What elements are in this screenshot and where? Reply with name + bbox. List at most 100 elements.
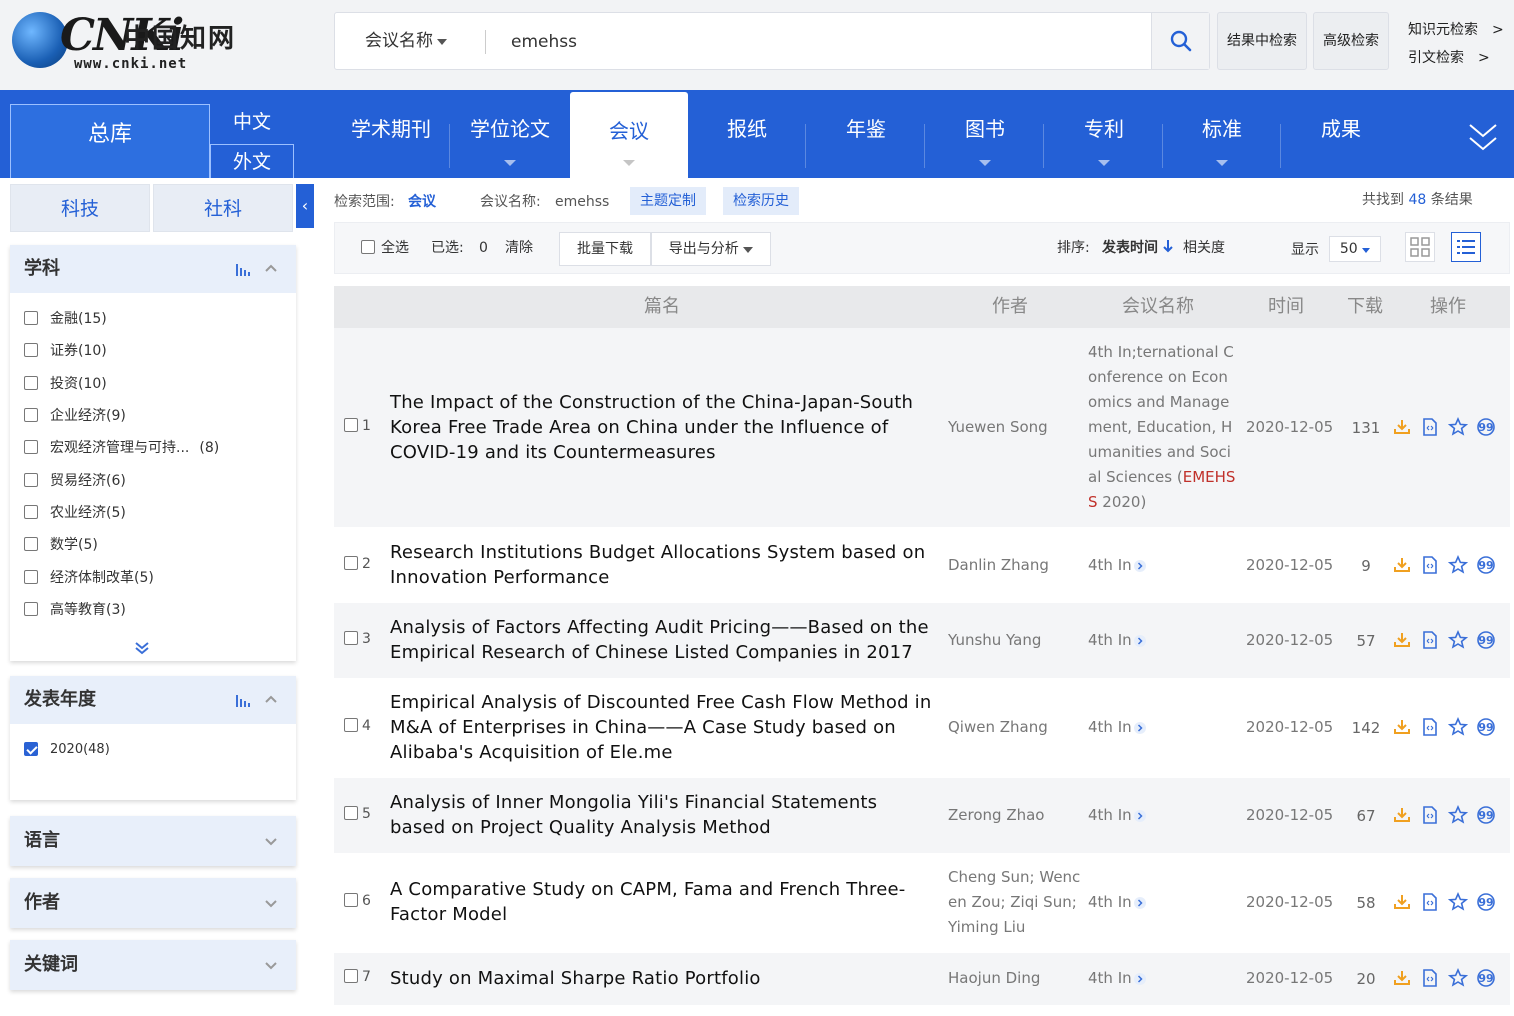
download-icon[interactable] [1392, 805, 1412, 825]
download-icon[interactable] [1392, 630, 1412, 650]
expand-more-icon[interactable] [1468, 122, 1498, 154]
checkbox[interactable] [24, 505, 38, 519]
search-field-select[interactable]: 会议名称 [365, 13, 447, 69]
checkbox[interactable] [24, 311, 38, 325]
html-reader-icon[interactable] [1420, 630, 1440, 650]
checkbox[interactable] [24, 440, 38, 454]
result-title-link[interactable]: Empirical Analysis of Discounted Free Ca… [390, 690, 938, 765]
result-conference[interactable]: 4th In;ternational Conference on Economi… [1088, 340, 1236, 515]
html-reader-icon[interactable] [1420, 555, 1440, 575]
checkbox[interactable] [24, 376, 38, 390]
advanced-search-button[interactable]: 高级检索 [1313, 12, 1389, 70]
result-title-link[interactable]: Research Institutions Budget Allocations… [390, 540, 938, 590]
export-analysis-button[interactable]: 导出与分析 [651, 232, 771, 266]
checkbox-checked[interactable] [24, 741, 38, 756]
tab-books[interactable]: 图书 [926, 90, 1044, 178]
chevron-up-icon[interactable] [264, 692, 278, 706]
tab-standards[interactable]: 标准 [1163, 90, 1281, 178]
checkbox[interactable] [24, 570, 38, 584]
facet-item-economic-reform[interactable]: 经济体制改革(5) [24, 566, 154, 590]
nav-foreign[interactable]: 外文 [210, 144, 294, 178]
tab-achievements[interactable]: 成果 [1282, 90, 1400, 178]
tab-journals[interactable]: 学术期刊 [332, 90, 450, 178]
search-in-results-button[interactable]: 结果中检索 [1217, 12, 1307, 70]
result-conference[interactable]: 4th In [1088, 715, 1236, 740]
bar-chart-icon[interactable] [236, 695, 252, 707]
html-reader-icon[interactable] [1420, 417, 1440, 437]
checkbox[interactable] [344, 893, 358, 907]
tab-science-tech[interactable]: 科技 [10, 184, 150, 232]
facet-item-agricultural-economy[interactable]: 农业经济(5) [24, 501, 126, 525]
citation-search-link[interactable]: 引文检索 > [1408, 44, 1504, 72]
checkbox[interactable] [344, 556, 358, 570]
facet-item-mathematics[interactable]: 数学(5) [24, 533, 98, 557]
result-author[interactable]: Yunshu Yang [948, 628, 1084, 653]
checkbox[interactable] [361, 240, 375, 254]
result-title-link[interactable]: Study on Maximal Sharpe Ratio Portfolio [390, 966, 938, 991]
batch-download-button[interactable]: 批量下载 [559, 232, 651, 266]
page-size-select[interactable]: 50 [1329, 236, 1381, 262]
clear-selection-link[interactable]: 清除 [505, 223, 533, 273]
quote-icon[interactable]: 99 [1476, 968, 1496, 988]
sort-by-relevance-button[interactable]: 相关度 [1183, 223, 1225, 273]
favorite-star-icon[interactable] [1447, 555, 1469, 575]
cnki-logo[interactable]: CNKi 中国知网 www.cnki.net [12, 10, 242, 72]
result-author[interactable]: Yuewen Song [948, 415, 1084, 440]
result-author[interactable]: Danlin Zhang [948, 553, 1084, 578]
nav-chinese[interactable]: 中文 [210, 104, 294, 140]
download-icon[interactable] [1392, 717, 1412, 737]
result-title-link[interactable]: Analysis of Inner Mongolia Yili's Financ… [390, 790, 938, 840]
keyword-facet[interactable]: 关键词 [10, 940, 296, 990]
checkbox[interactable] [24, 343, 38, 357]
favorite-star-icon[interactable] [1447, 892, 1469, 912]
facet-item-2020[interactable]: 2020(48) [24, 738, 110, 762]
row-select[interactable]: 2 [344, 556, 371, 572]
result-title-link[interactable]: Analysis of Factors Affecting Audit Pric… [390, 615, 938, 665]
html-reader-icon[interactable] [1420, 892, 1440, 912]
quote-icon[interactable]: 99 [1476, 630, 1496, 650]
checkbox[interactable] [344, 718, 358, 732]
list-view-button[interactable] [1451, 232, 1481, 262]
html-reader-icon[interactable] [1420, 717, 1440, 737]
tab-newspapers[interactable]: 报纸 [688, 90, 806, 178]
result-title-link[interactable]: A Comparative Study on CAPM, Fama and Fr… [390, 877, 938, 927]
chevron-up-icon[interactable] [264, 261, 278, 275]
tab-conferences[interactable]: 会议 [570, 92, 688, 178]
facet-item-investment[interactable]: 投资(10) [24, 372, 107, 396]
bar-chart-icon[interactable] [236, 264, 252, 276]
facet-item-trade-economy[interactable]: 贸易经济(6) [24, 469, 126, 493]
result-author[interactable]: Cheng Sun; Wencen Zou; Ziqi Sun; Yiming … [948, 865, 1084, 940]
facet-item-enterprise-economy[interactable]: 企业经济(9) [24, 404, 126, 428]
nav-all-databases[interactable]: 总库 [10, 104, 210, 178]
checkbox[interactable] [24, 473, 38, 487]
facet-item-finance[interactable]: 金融(15) [24, 307, 107, 331]
tab-yearbooks[interactable]: 年鉴 [807, 90, 925, 178]
download-icon[interactable] [1392, 968, 1412, 988]
favorite-star-icon[interactable] [1447, 968, 1469, 988]
favorite-star-icon[interactable] [1447, 417, 1469, 437]
download-icon[interactable] [1392, 417, 1412, 437]
result-author[interactable]: Haojun Ding [948, 966, 1084, 991]
row-select[interactable]: 6 [344, 893, 371, 909]
language-facet[interactable]: 语言 [10, 816, 296, 866]
result-title-link[interactable]: The Impact of the Construction of the Ch… [390, 390, 938, 465]
download-icon[interactable] [1392, 892, 1412, 912]
result-conference[interactable]: 4th In [1088, 553, 1236, 578]
tab-social-science[interactable]: 社科 [153, 184, 293, 232]
result-author[interactable]: Qiwen Zhang [948, 715, 1084, 740]
result-conference[interactable]: 4th In [1088, 890, 1236, 915]
subject-facet-header[interactable]: 学科 [10, 245, 296, 293]
favorite-star-icon[interactable] [1447, 630, 1469, 650]
author-facet[interactable]: 作者 [10, 878, 296, 928]
checkbox[interactable] [24, 408, 38, 422]
year-facet-header[interactable]: 发表年度 [10, 676, 296, 724]
row-select[interactable]: 1 [344, 418, 371, 434]
checkbox[interactable] [344, 631, 358, 645]
row-select[interactable]: 5 [344, 806, 371, 822]
checkbox[interactable] [344, 806, 358, 820]
quote-icon[interactable]: 99 [1476, 717, 1496, 737]
search-history-button[interactable]: 检索历史 [723, 187, 799, 215]
facet-item-higher-education[interactable]: 高等教育(3) [24, 598, 126, 622]
search-input[interactable] [511, 27, 1131, 57]
quote-icon[interactable]: 99 [1476, 555, 1496, 575]
